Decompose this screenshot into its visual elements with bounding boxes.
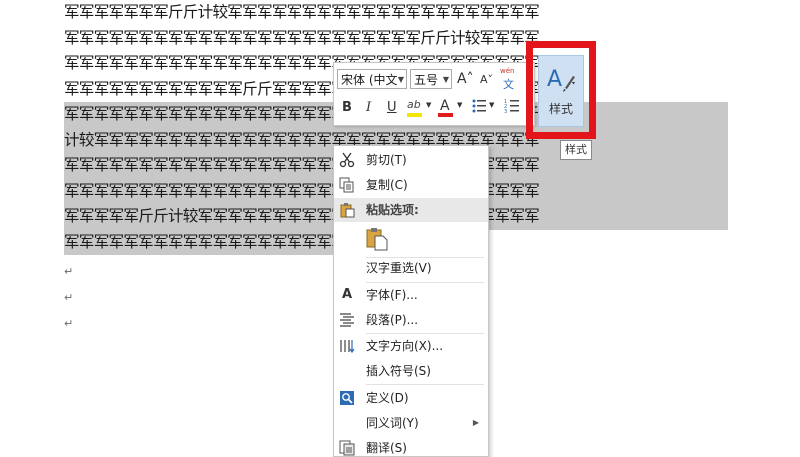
font-name-value: 宋体 (中文 — [341, 73, 398, 87]
copy-icon — [339, 177, 355, 193]
menu-item-label: 文字方向(X)... — [366, 339, 444, 353]
font-size-value: 五号 — [414, 73, 439, 87]
bullets-button[interactable]: ▼ — [471, 98, 495, 120]
phonetic-guide-icon[interactable]: wén 文 — [500, 67, 522, 91]
chevron-down-icon: ▼ — [442, 75, 449, 84]
paste-keep-text-icon — [366, 227, 388, 251]
menu-item-translate[interactable]: 翻译(S) — [334, 436, 488, 456]
svg-text:3: 3 — [504, 109, 507, 114]
menu-item-label: 段落(P)... — [366, 313, 419, 327]
text-line[interactable]: 军军军军军军军军军军军军军军军军军军军军军军军军斤斤计较军军军军 — [64, 26, 728, 52]
font-color-swatch — [438, 113, 453, 117]
chevron-down-icon: ▼ — [426, 101, 432, 109]
mini-toolbar: 宋体 (中文 ▼ 五号 ▼ A˄ A˅ wén 文 B I U ab ▼ A ▼… — [333, 62, 535, 126]
submenu-arrow-icon: ▶ — [472, 418, 479, 427]
paste-keep-text-only-button[interactable] — [334, 224, 488, 256]
font-icon: A — [341, 287, 353, 302]
paste-icon — [339, 202, 355, 218]
menu-item-paragraph[interactable]: 段落(P)... — [334, 308, 488, 332]
chevron-down-icon: ▼ — [489, 101, 495, 109]
chevron-down-icon: ▼ — [457, 101, 463, 109]
phonetic-bottom: 文 — [503, 78, 514, 91]
shrink-font-icon[interactable]: A˅ — [480, 73, 493, 86]
highlight-box — [526, 41, 596, 139]
menu-item-define[interactable]: 定义(D) — [334, 386, 488, 410]
italic-button[interactable]: I — [366, 100, 371, 115]
paragraph-icon — [339, 312, 355, 328]
menu-item-label: 翻译(S) — [366, 441, 407, 455]
menu-item-insert-symbol[interactable]: 插入符号(S) — [334, 359, 488, 383]
menu-item-label: 汉字重选(V) — [366, 261, 432, 275]
highlight-icon: ab — [407, 98, 421, 111]
font-name-dropdown[interactable]: 宋体 (中文 ▼ — [337, 69, 407, 89]
menu-item-label: 复制(C) — [366, 178, 408, 192]
highlight-swatch — [407, 113, 422, 117]
bullet-list-icon — [472, 99, 486, 113]
chevron-down-icon: ▼ — [397, 75, 404, 84]
text-line[interactable]: 军军军军军军军斤斤计较军军军军军军军军军军军军军军军军军军军军军 — [64, 0, 728, 26]
menu-item-label: 插入符号(S) — [366, 364, 431, 378]
font-color-icon: A — [440, 98, 450, 114]
numbering-button[interactable]: 1 2 3 — [504, 98, 528, 120]
numbered-list-icon: 1 2 3 — [504, 99, 519, 115]
menu-item-label: 同义词(Y) — [366, 416, 419, 430]
translate-icon — [339, 440, 355, 456]
grow-font-icon[interactable]: A˄ — [457, 71, 474, 87]
menu-item-label: 粘贴选项: — [366, 203, 419, 217]
context-menu: 剪切(T) 复制(C) 粘贴选项: 汉字重选(V) A 字体(F)... 段落(… — [333, 145, 489, 457]
underline-button[interactable]: U — [387, 100, 397, 115]
highlight-color-button[interactable]: ab ▼ — [407, 98, 433, 120]
menu-separator — [366, 384, 484, 385]
text-direction-icon — [339, 338, 355, 354]
menu-item-text-direction[interactable]: 文字方向(X)... — [334, 334, 488, 358]
phonetic-top: wén — [500, 67, 515, 75]
menu-item-font[interactable]: A 字体(F)... — [334, 283, 488, 307]
menu-item-label: 剪切(T) — [366, 153, 407, 167]
styles-tooltip: 样式 — [560, 140, 592, 160]
menu-item-synonyms[interactable]: 同义词(Y) ▶ — [334, 411, 488, 435]
menu-item-copy[interactable]: 复制(C) — [334, 173, 488, 197]
font-color-button[interactable]: A ▼ — [438, 98, 464, 120]
menu-item-cut[interactable]: 剪切(T) — [334, 148, 488, 172]
font-size-dropdown[interactable]: 五号 ▼ — [410, 69, 452, 89]
bold-button[interactable]: B — [342, 100, 352, 115]
menu-header-paste-options: 粘贴选项: — [334, 198, 488, 222]
menu-item-label: 字体(F)... — [366, 288, 418, 302]
menu-item-label: 定义(D) — [366, 391, 409, 405]
define-icon — [339, 390, 355, 406]
menu-item-reconvert[interactable]: 汉字重选(V) — [334, 256, 488, 280]
cut-icon — [339, 152, 355, 168]
